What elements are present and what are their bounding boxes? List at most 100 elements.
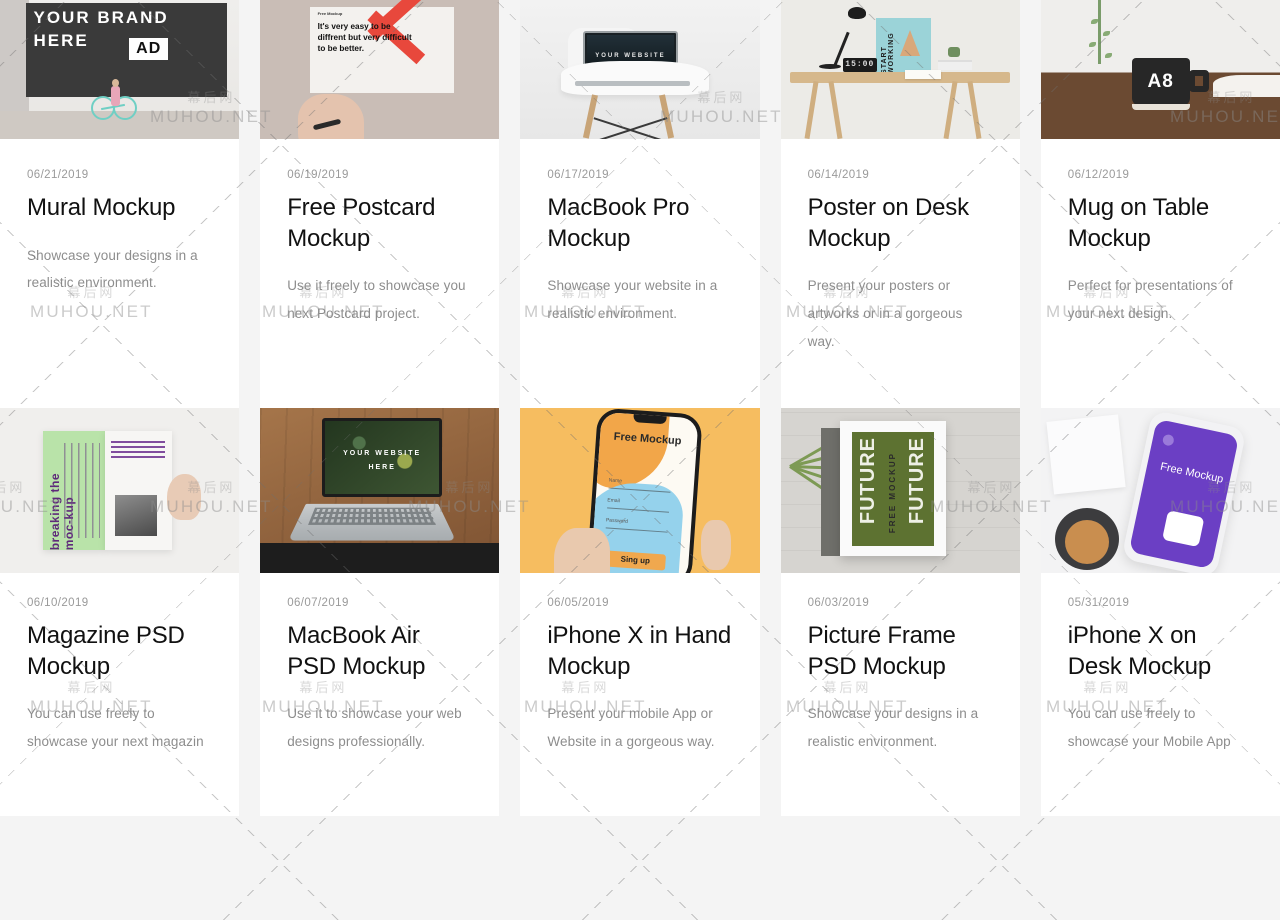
card-title[interactable]: iPhone X on Desk Mockup xyxy=(1068,621,1253,682)
mockup-card[interactable]: Free Mockup Name Email Password Sing up … xyxy=(520,408,759,816)
desk-leg xyxy=(805,81,819,139)
poster-word-left: FUTURE xyxy=(857,437,880,524)
card-date: 06/17/2019 xyxy=(547,169,732,181)
mockup-card[interactable]: Free Mockup 05/31/2019 iPhone X on Desk … xyxy=(1041,408,1280,816)
poster-word-right: FUTURE xyxy=(906,437,929,524)
dark-floor-shape xyxy=(260,543,499,573)
shop-front-shape xyxy=(0,0,29,111)
poster-artwork: FUTURE FUTURE FREE MOCKUP xyxy=(852,432,934,546)
card-date: 06/12/2019 xyxy=(1068,169,1253,181)
paper-sheet-shape xyxy=(1047,414,1126,494)
side-table-shape xyxy=(1213,75,1280,97)
card-thumbnail[interactable]: Free Mockup xyxy=(1041,408,1280,573)
card-title[interactable]: Mug on Table Mockup xyxy=(1068,193,1253,254)
card-description: Use it to showcase your web designs prof… xyxy=(287,700,472,755)
digital-clock-icon: 15:00 xyxy=(843,58,877,72)
card-date: 05/31/2019 xyxy=(1068,597,1253,609)
chair-seat-shape xyxy=(561,61,709,94)
mockup-card[interactable]: YOUR WEBSITE HERE 06/17/2019 MacBook Pro… xyxy=(520,0,759,408)
card-description: Present your posters or artworks or in a… xyxy=(808,272,993,355)
card-date: 06/14/2019 xyxy=(808,169,993,181)
mug-shape: A8 xyxy=(1132,58,1190,106)
mockup-card[interactable]: YOUR BRAND HERE AD 06/21/2019 Mural Mock… xyxy=(0,0,239,408)
card-title[interactable]: Free Postcard Mockup xyxy=(287,193,472,254)
plant-icon xyxy=(948,47,960,57)
card-thumbnail[interactable]: YOUR WEBSITE HERE xyxy=(260,408,499,573)
mockup-card[interactable]: FUTURE FUTURE FREE MOCKUP 06/03/2019 Pic… xyxy=(781,408,1020,816)
laptop-screen-text: YOUR WEBSITE HERE xyxy=(332,447,432,475)
card-title[interactable]: Magazine PSD Mockup xyxy=(27,621,212,682)
magazine-subhead-lines xyxy=(111,439,166,458)
card-description: Showcase your designs in a realistic env… xyxy=(27,242,212,297)
card-date: 06/05/2019 xyxy=(547,597,732,609)
card-thumbnail[interactable]: breaking the moc-kup xyxy=(0,408,239,573)
hanging-plant-icon xyxy=(1098,0,1101,64)
card-description: Present your mobile App or Website in a … xyxy=(547,700,732,755)
mockup-card[interactable]: YOUR WEBSITE HERE 06/07/2019 MacBook Air… xyxy=(260,408,499,816)
book-stack-shape xyxy=(938,60,972,70)
cyclist-figure xyxy=(111,86,120,106)
card-title[interactable]: MacBook Air PSD Mockup xyxy=(287,621,472,682)
card-thumbnail[interactable]: A8 xyxy=(1041,0,1280,139)
poster-on-desk-thumbnail: START WORKING 15:00 xyxy=(781,0,1020,139)
card-description: Use it freely to showcase you next Postc… xyxy=(287,272,472,327)
hand-shape xyxy=(554,528,610,573)
card-description: Perfect for presentations of your next d… xyxy=(1068,272,1253,327)
lamp-head-icon xyxy=(848,7,866,19)
card-title[interactable]: MacBook Pro Mockup xyxy=(547,193,732,254)
clock-time: 15:00 xyxy=(845,60,875,70)
card-description: You can use freely to showcase your next… xyxy=(27,700,212,755)
desk-leg xyxy=(967,81,981,139)
card-thumbnail[interactable]: YOUR WEBSITE HERE xyxy=(520,0,759,139)
card-title[interactable]: Mural Mockup xyxy=(27,193,212,224)
card-thumbnail[interactable]: Free Mockup It's very easy to be diffren… xyxy=(260,0,499,139)
mockup-card[interactable]: START WORKING 15:00 06/14/2019 xyxy=(781,0,1020,408)
macbook-air-on-wood-desk-thumbnail: YOUR WEBSITE HERE xyxy=(260,408,499,573)
card-date: 06/07/2019 xyxy=(287,597,472,609)
phone-field-label-name: Name xyxy=(609,478,623,485)
mug-handle-shape xyxy=(1189,70,1209,92)
poster-center-text: FREE MOCKUP xyxy=(888,452,897,533)
postcard-quote: It's very easy to be diffrent but very d… xyxy=(318,22,414,54)
card-thumbnail[interactable]: YOUR BRAND HERE AD xyxy=(0,0,239,139)
card-description: You can use freely to showcase your Mobi… xyxy=(1068,700,1253,755)
macbook-pro-on-chair-thumbnail: YOUR WEBSITE HERE xyxy=(520,0,759,139)
mockup-card-grid: YOUR BRAND HERE AD 06/21/2019 Mural Mock… xyxy=(0,0,1280,720)
magazine-spread-thumbnail: breaking the moc-kup xyxy=(0,408,239,573)
phone-body-shape: Free Mockup xyxy=(1122,410,1247,573)
mural-wall-text: YOUR BRAND HERE xyxy=(33,7,200,53)
chair-leg xyxy=(659,94,674,139)
chair-leg xyxy=(583,94,598,139)
picture-frame-thumbnail: FUTURE FUTURE FREE MOCKUP xyxy=(781,408,1020,573)
mug-on-table-thumbnail: A8 xyxy=(1041,0,1280,139)
mockup-card[interactable]: breaking the moc-kup 06/10/2019 Magazine… xyxy=(0,408,239,816)
phone-field-label-email: Email xyxy=(607,498,620,505)
card-thumbnail[interactable]: FUTURE FUTURE FREE MOCKUP xyxy=(781,408,1020,573)
mug-label-text: A8 xyxy=(1132,71,1190,93)
phone-screen-title: Free Mockup xyxy=(1159,458,1225,487)
poster-triangle-graphic xyxy=(900,30,920,56)
mug-base-shape xyxy=(1132,104,1190,110)
card-date: 06/03/2019 xyxy=(808,597,993,609)
laptop-screen-shape: YOUR WEBSITE HERE xyxy=(322,418,442,497)
card-description: Showcase your designs in a realistic env… xyxy=(808,700,993,755)
thumb-finger-shape xyxy=(701,520,731,570)
card-title[interactable]: Picture Frame PSD Mockup xyxy=(808,621,993,682)
desk-leg xyxy=(829,81,843,139)
magazine-right-page xyxy=(105,431,172,550)
card-date: 06/10/2019 xyxy=(27,597,212,609)
laptop-keyboard-shape xyxy=(288,504,456,541)
picture-frame-shape: FUTURE FUTURE FREE MOCKUP xyxy=(840,421,945,556)
card-thumbnail[interactable]: Free Mockup Name Email Password Sing up xyxy=(520,408,759,573)
card-title[interactable]: Poster on Desk Mockup xyxy=(808,193,993,254)
mural-wall-thumbnail: YOUR BRAND HERE AD xyxy=(0,0,239,139)
magazine-body-text-lines xyxy=(64,443,100,538)
mockup-card[interactable]: A8 06/12/2019 Mug on Table Mockup Perfec… xyxy=(1041,0,1280,408)
card-title[interactable]: iPhone X in Hand Mockup xyxy=(547,621,732,682)
card-date: 06/21/2019 xyxy=(27,169,212,181)
magazine-portrait-photo xyxy=(115,495,158,535)
card-thumbnail[interactable]: START WORKING 15:00 xyxy=(781,0,1020,139)
mockup-card[interactable]: Free Mockup It's very easy to be diffren… xyxy=(260,0,499,408)
card-description: Showcase your website in a realistic env… xyxy=(547,272,732,327)
poster-shape: START WORKING xyxy=(876,18,931,74)
